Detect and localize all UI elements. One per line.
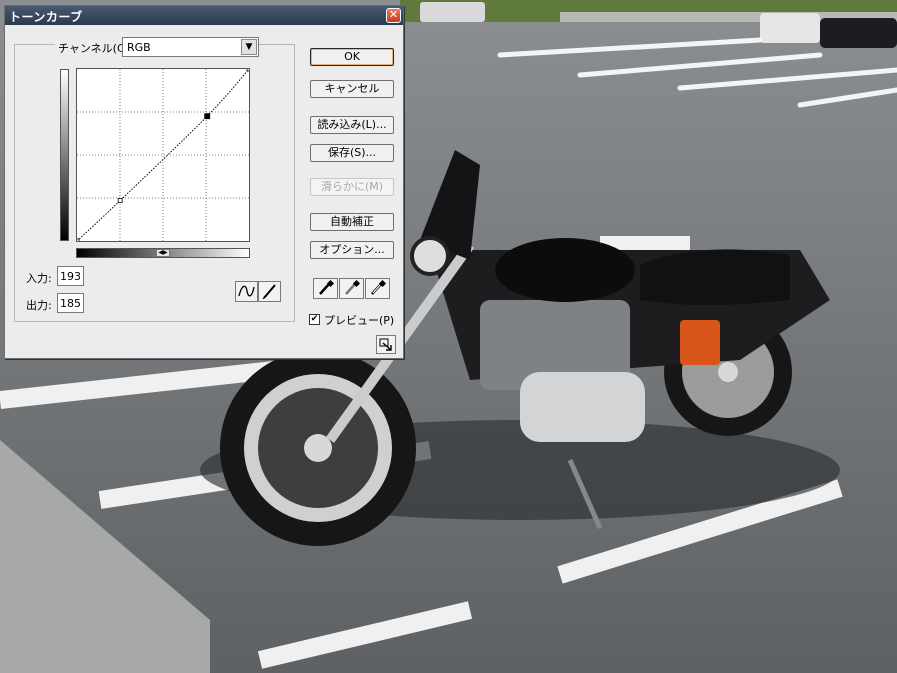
pencil-tool-button[interactable] — [258, 281, 281, 302]
dialog-title: トーンカーブ — [9, 10, 83, 24]
cancel-button[interactable]: キャンセル — [310, 80, 394, 98]
gray-point-eyedropper-icon — [345, 279, 361, 295]
white-point-eyedropper-button[interactable] — [365, 278, 390, 299]
output-gradient-bar — [60, 69, 69, 241]
black-point-eyedropper-button[interactable] — [313, 278, 338, 299]
resize-icon — [379, 338, 392, 351]
tone-curve-dialog: トーンカーブ ✕ チャンネル(C): RGB ▼ ◀▶ 入力: 193 出力: … — [4, 5, 404, 359]
ok-button[interactable]: OK — [310, 48, 394, 66]
gradient-toggle-button[interactable]: ◀▶ — [156, 249, 170, 257]
save-button[interactable]: 保存(S)... — [310, 144, 394, 162]
curve-control-point[interactable] — [117, 198, 123, 203]
close-button[interactable]: ✕ — [386, 8, 401, 23]
curve-graph[interactable] — [76, 68, 250, 242]
expand-dialog-button[interactable] — [376, 335, 396, 354]
curve-tool-button[interactable] — [235, 281, 258, 302]
close-icon: ✕ — [388, 8, 399, 21]
output-value-field[interactable]: 185 — [57, 293, 84, 313]
options-button[interactable]: オプション... — [310, 241, 394, 259]
input-value-field[interactable]: 193 — [57, 266, 84, 286]
load-button[interactable]: 読み込み(L)... — [310, 116, 394, 134]
auto-correct-button[interactable]: 自動補正 — [310, 213, 394, 231]
channel-select[interactable]: RGB ▼ — [122, 37, 259, 57]
input-gradient-bar: ◀▶ — [76, 248, 250, 258]
channel-selected-value: RGB — [127, 41, 151, 54]
preview-checkbox[interactable]: ✔ — [309, 314, 320, 325]
tone-curve-line[interactable] — [77, 69, 249, 241]
chevron-down-icon[interactable]: ▼ — [241, 39, 257, 55]
check-icon: ✔ — [310, 314, 319, 324]
curve-tool-icon — [238, 285, 255, 297]
white-point-eyedropper-icon — [371, 279, 387, 295]
output-label: 出力: — [26, 299, 52, 312]
curve-control-point[interactable] — [246, 68, 250, 72]
title-bar[interactable]: トーンカーブ ✕ — [5, 6, 403, 25]
preview-label[interactable]: プレビュー(P) — [324, 312, 394, 328]
black-point-eyedropper-icon — [319, 279, 335, 295]
gray-point-eyedropper-button[interactable] — [339, 278, 364, 299]
pencil-icon — [262, 284, 276, 300]
curve-control-point[interactable] — [204, 113, 211, 120]
smooth-button[interactable]: 滑らかに(M) — [310, 178, 394, 196]
curve-control-point[interactable] — [76, 238, 80, 242]
input-label: 入力: — [26, 272, 52, 285]
